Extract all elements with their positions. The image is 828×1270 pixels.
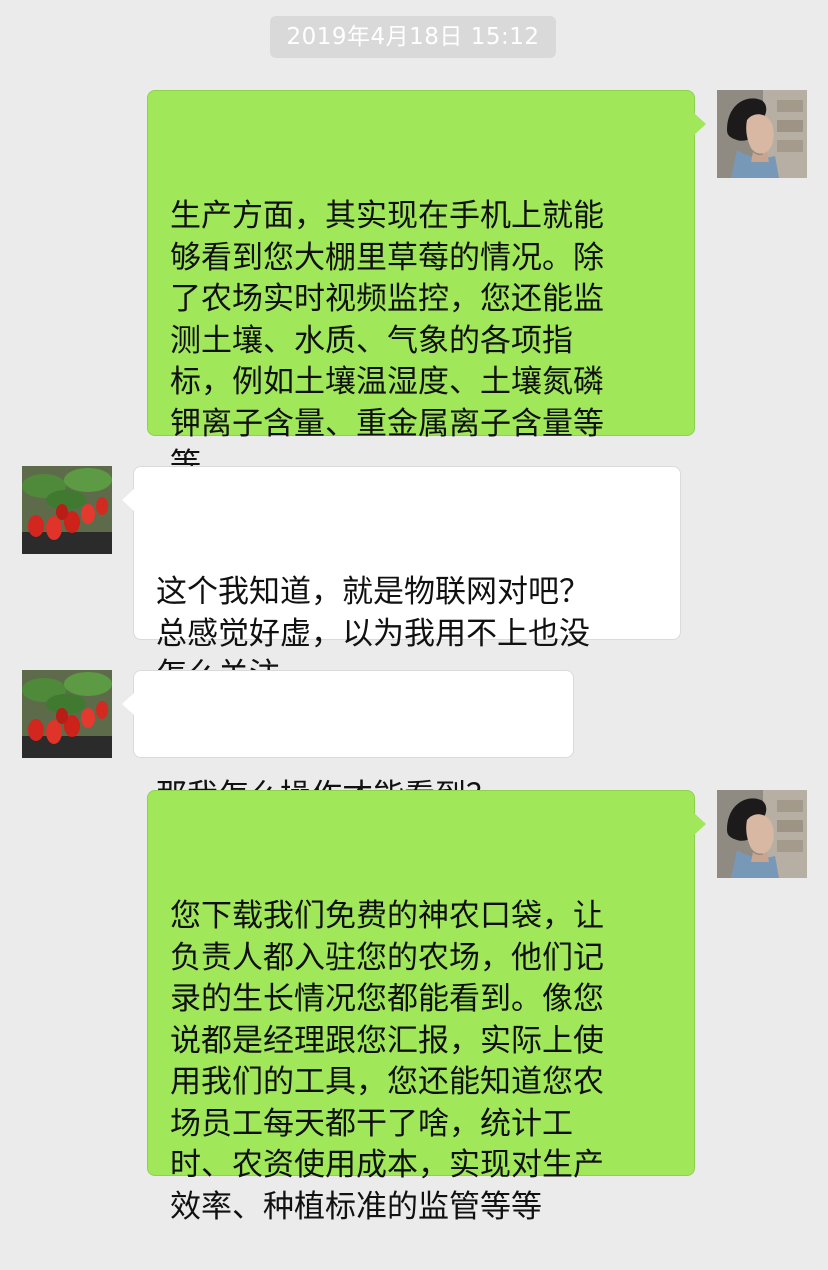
avatar[interactable]: [22, 670, 112, 758]
avatar[interactable]: [717, 790, 807, 878]
message-text: 您下载我们免费的神农口袋，让 负责人都入驻您的农场，他们记 录的生长情况您都能看…: [170, 898, 604, 1225]
bubble-tail: [122, 693, 134, 715]
bubble-tail: [694, 813, 706, 835]
chat-timestamp: 2019年4月18日 15:12: [270, 16, 556, 58]
message-text: 生产方面，其实现在手机上就能 够看到您大棚里草莓的情况。除 了农场实时视频监控，…: [170, 198, 604, 483]
woman-profile-avatar-icon: [717, 790, 807, 878]
message-bubble-outgoing[interactable]: 生产方面，其实现在手机上就能 够看到您大棚里草莓的情况。除 了农场实时视频监控，…: [147, 90, 706, 483]
bubble-tail: [694, 113, 706, 135]
strawberry-avatar-icon: [22, 466, 112, 554]
message-bubble-outgoing[interactable]: 您下载我们免费的神农口袋，让 负责人都入驻您的农场，他们记 录的生长情况您都能看…: [147, 790, 706, 1225]
avatar[interactable]: [22, 466, 112, 554]
woman-profile-avatar-icon: [717, 90, 807, 178]
strawberry-avatar-icon: [22, 670, 112, 758]
message-bubble-incoming[interactable]: 这个我知道，就是物联网对吧？ 总感觉好虚，以为我用不上也没 怎么关注: [122, 466, 681, 693]
message-bubble-incoming[interactable]: 那我怎么操作才能看到？: [122, 670, 574, 814]
avatar[interactable]: [717, 90, 807, 178]
bubble-tail: [122, 489, 134, 511]
